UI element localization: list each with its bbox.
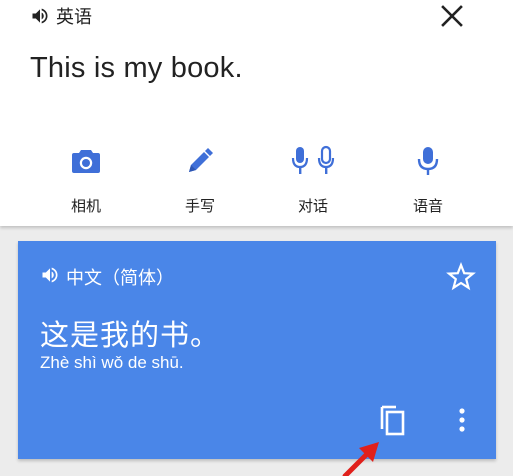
conversation-mic-icon — [291, 143, 335, 179]
source-language-label: 英语 — [56, 7, 92, 28]
pen-icon — [185, 143, 215, 179]
target-language-selector[interactable]: 中文（简体） — [40, 264, 174, 290]
more-options-button[interactable] — [452, 406, 472, 436]
source-text[interactable]: This is my book. — [30, 52, 243, 85]
star-icon — [446, 262, 476, 291]
voice-button[interactable]: 语音 — [388, 143, 468, 218]
copy-button[interactable] — [376, 403, 410, 439]
translation-card[interactable]: 中文（简体） 这是我的书。 Zhè shì wǒ de shū. — [18, 241, 496, 459]
source-panel: 英语 This is my book. 相机 手写 对话 语音 — [0, 0, 513, 226]
conversation-button[interactable]: 对话 — [273, 143, 353, 218]
target-language-label: 中文（简体） — [66, 268, 174, 289]
speaker-icon[interactable] — [40, 265, 60, 290]
camera-button[interactable]: 相机 — [46, 143, 126, 218]
camera-icon — [71, 143, 101, 179]
mic-icon — [416, 143, 440, 179]
voice-label: 语音 — [412, 197, 443, 215]
favorite-button[interactable] — [446, 262, 476, 292]
conversation-label: 对话 — [297, 197, 328, 215]
romanization-text: Zhè shì wǒ de shū. — [40, 353, 184, 372]
handwriting-button[interactable]: 手写 — [160, 143, 240, 218]
speaker-icon[interactable] — [30, 6, 50, 26]
handwriting-label: 手写 — [184, 197, 215, 215]
translation-text[interactable]: 这是我的书。 — [40, 312, 220, 354]
source-language-selector[interactable]: 英语 — [30, 3, 92, 29]
camera-label: 相机 — [70, 197, 101, 215]
close-button[interactable] — [438, 2, 466, 30]
copy-icon — [380, 405, 405, 436]
red-arrow-annotation — [337, 436, 387, 476]
close-icon — [441, 5, 463, 27]
more-vert-icon — [459, 408, 465, 432]
